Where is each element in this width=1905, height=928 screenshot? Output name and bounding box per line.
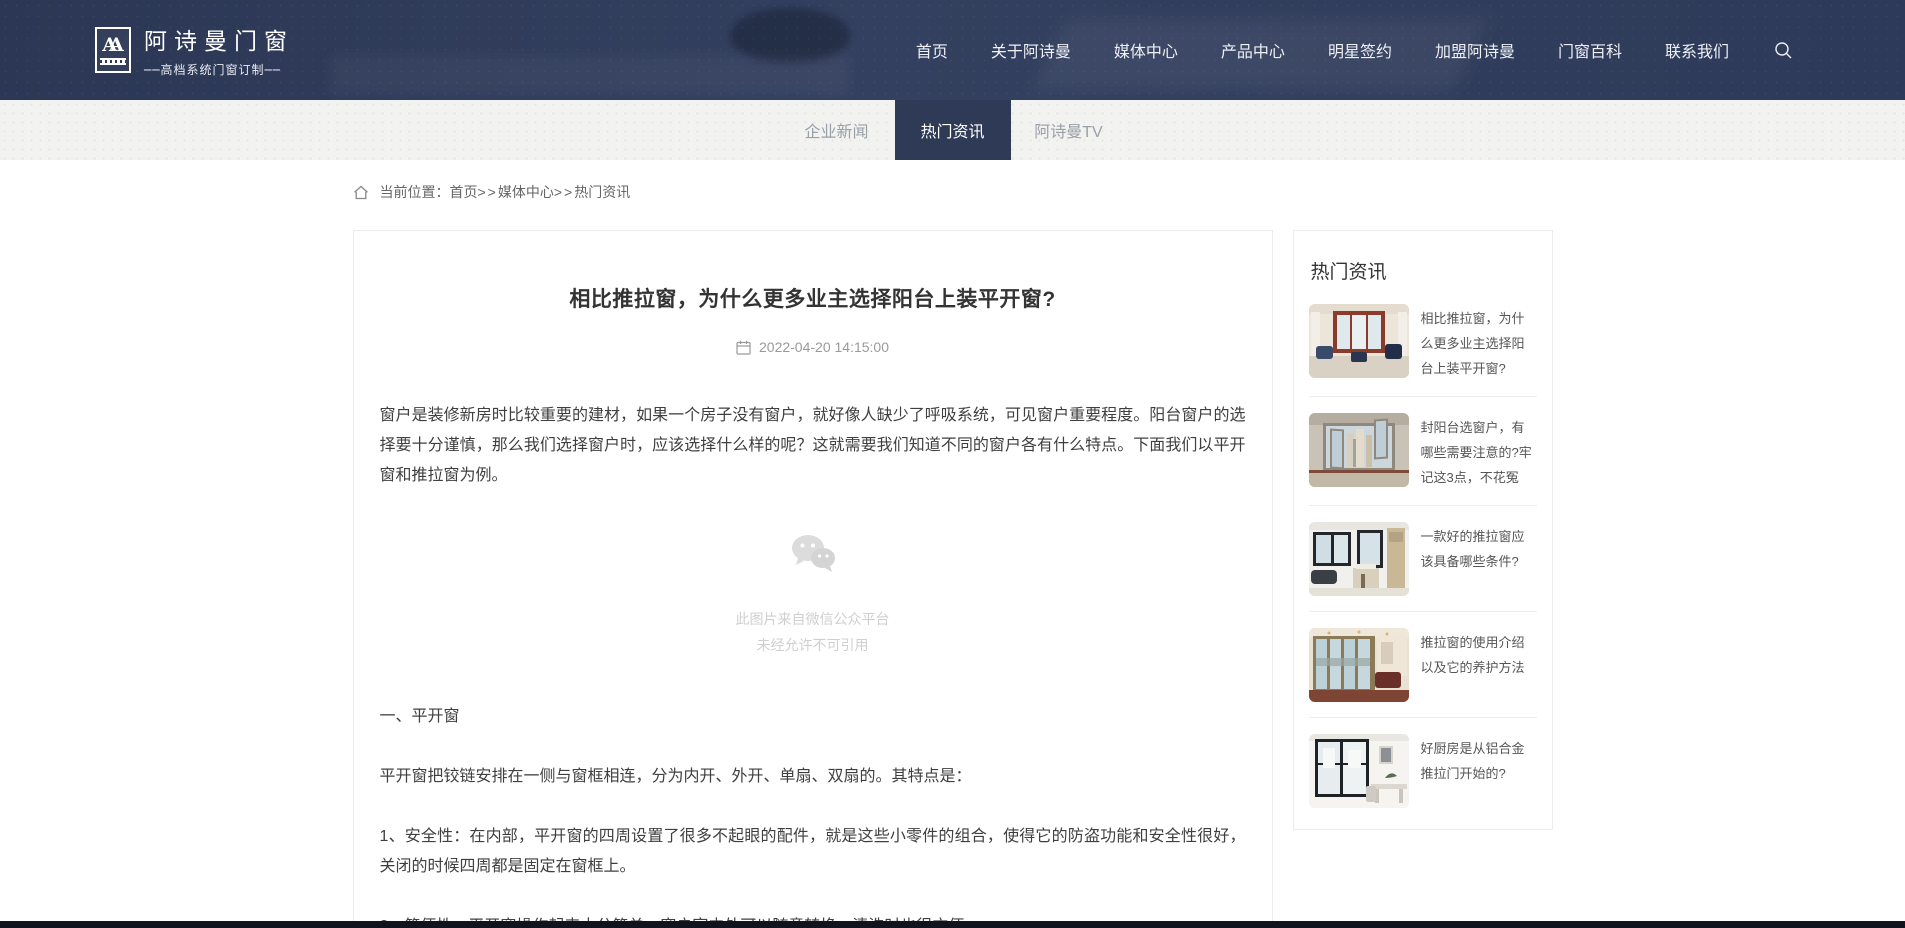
breadcrumb-hot-news[interactable]: 热门资讯 [574,182,630,202]
list-item[interactable]: 推拉窗的使用介绍以及它的养护方法 [1309,612,1537,718]
article-card: 相比推拉窗，为什么更多业主选择阳台上装平开窗? 2022-04-20 14:15… [353,230,1273,928]
list-item-title: 推拉窗的使用介绍以及它的养护方法 [1421,628,1537,680]
nav-item-wiki[interactable]: 门窗百科 [1558,38,1622,62]
article-body: 窗户是装修新房时比较重要的建材，如果一个房子没有窗户，就好像人缺少了呼吸系统，可… [380,401,1246,928]
breadcrumb: 当前位置： 首页 >> 媒体中心 >> 热门资讯 [353,182,1553,202]
logo-title: 阿诗曼门窗 [144,22,294,56]
nav-item-join[interactable]: 加盟阿诗曼 [1435,38,1515,62]
logo-strip [100,58,126,65]
article-paragraph: 1、安全性：在内部，平开窗的四周设置了很多不起眼的配件，就是这些小零件的组合，使… [380,822,1246,882]
list-item-title: 封阳台选窗户，有哪些需要注意的?牢记这3点，不花冤 [1421,413,1537,490]
list-item[interactable]: 封阳台选窗户，有哪些需要注意的?牢记这3点，不花冤 [1309,397,1537,506]
logo-text: 阿诗曼门窗 ──高档系统门窗订制── [144,22,294,78]
breadcrumb-separator: >> [554,184,574,200]
wechat-icon [789,533,837,584]
main-content: 相比推拉窗，为什么更多业主选择阳台上装平开窗? 2022-04-20 14:15… [353,230,1553,928]
sidebar-title: 热门资讯 [1311,257,1537,284]
article-thumbnail-slidingwindow [1309,628,1409,702]
nav-item-contact[interactable]: 联系我们 [1665,38,1729,62]
placeholder-line2: 未经允许不可引用 [380,632,1246,658]
nav-item-about[interactable]: 关于阿诗曼 [991,38,1071,62]
search-icon[interactable] [1774,41,1793,60]
nav-item-home[interactable]: 首页 [916,38,948,62]
breadcrumb-media[interactable]: 媒体中心 [498,182,554,202]
nav-item-products[interactable]: 产品中心 [1221,38,1285,62]
nav-item-media[interactable]: 媒体中心 [1114,38,1178,62]
header-photo-shape [330,55,850,95]
article-thumbnail-slidingdoor [1309,734,1409,808]
calendar-icon [736,340,751,355]
logo-icon: AA [95,27,131,73]
breadcrumb-prefix: 当前位置： [380,182,450,202]
article-section-heading: 一、平开窗 [380,702,1246,732]
list-item[interactable]: 相比推拉窗，为什么更多业主选择阳台上装平开窗? [1309,288,1537,397]
logo-subtitle: ──高档系统门窗订制── [144,61,294,78]
main-nav: 首页 关于阿诗曼 媒体中心 产品中心 明星签约 加盟阿诗曼 门窗百科 联系我们 [916,38,1793,62]
tab-tv[interactable]: 阿诗曼TV [1011,100,1127,160]
section-tabbar: 企业新闻 热门资讯 阿诗曼TV [0,100,1905,160]
wechat-image-placeholder: 此图片来自微信公众平台 未经允许不可引用 [380,533,1246,658]
article-thumbnail-baywindow [1309,304,1409,378]
list-item[interactable]: 好厨房是从铝合金推拉门开始的? [1309,718,1537,823]
list-item-title: 相比推拉窗，为什么更多业主选择阳台上装平开窗? [1421,304,1537,381]
home-icon[interactable] [353,185,369,200]
article-date: 2022-04-20 14:15:00 [759,339,889,355]
tab-company-news[interactable]: 企业新闻 [779,100,895,160]
article-paragraph: 窗户是装修新房时比较重要的建材，如果一个房子没有窗户，就好像人缺少了呼吸系统，可… [380,401,1246,491]
placeholder-line1: 此图片来自微信公众平台 [380,606,1246,632]
list-item[interactable]: 一款好的推拉窗应该具备哪些条件? [1309,506,1537,612]
article-title: 相比推拉窗，为什么更多业主选择阳台上装平开窗? [380,283,1246,313]
article-thumbnail-cityview [1309,413,1409,487]
breadcrumb-separator: >> [478,184,498,200]
article-date-row: 2022-04-20 14:15:00 [380,339,1246,355]
site-header: AA 阿诗曼门窗 ──高档系统门窗订制── 首页 关于阿诗曼 媒体中心 产品中心… [0,0,1905,100]
site-logo[interactable]: AA 阿诗曼门窗 ──高档系统门窗订制── [95,22,294,78]
nav-item-celebrity[interactable]: 明星签约 [1328,38,1392,62]
list-item-title: 好厨房是从铝合金推拉门开始的? [1421,734,1537,786]
tab-hot-news[interactable]: 热门资讯 [895,100,1011,160]
article-thumbnail-interior [1309,522,1409,596]
article-paragraph: 平开窗把铰链安排在一侧与窗框相连，分为内开、外开、单扇、双扇的。其特点是： [380,762,1246,792]
logo-monogram: AA [102,36,123,55]
hot-news-sidebar: 热门资讯 相比推拉窗，为什么更多业主选择阳台上装 [1293,230,1553,830]
window-bottom-edge [0,921,1905,928]
list-item-title: 一款好的推拉窗应该具备哪些条件? [1421,522,1537,574]
breadcrumb-home[interactable]: 首页 [450,182,478,202]
